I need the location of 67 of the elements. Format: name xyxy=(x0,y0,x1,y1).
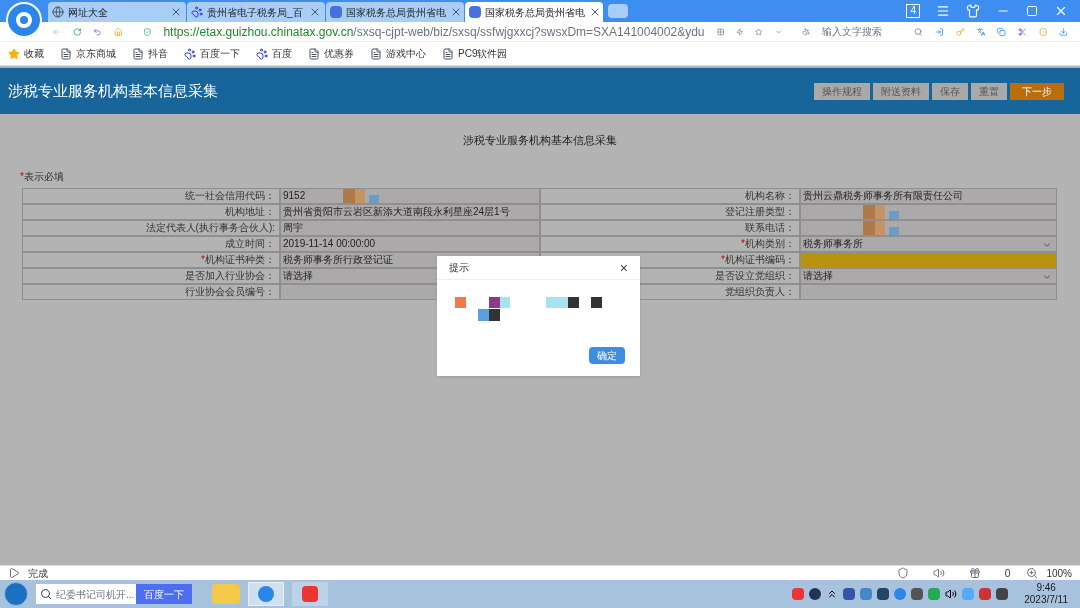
close-icon[interactable] xyxy=(309,6,321,18)
clock-time[interactable]: 9:46 xyxy=(1036,582,1056,594)
office-app-icon[interactable] xyxy=(292,582,328,606)
field-label: 统一社会信用代码： xyxy=(22,187,280,204)
paw-icon xyxy=(191,6,203,18)
lightning-icon[interactable] xyxy=(735,25,744,38)
tray-icons-drawing[interactable] xyxy=(792,588,1009,600)
clock-date[interactable]: 2023/7/11 xyxy=(1024,594,1068,606)
page-title: 涉税专业服务机构基本信息采集 xyxy=(8,80,218,101)
new-tab-button[interactable] xyxy=(608,4,628,18)
paw-icon xyxy=(802,25,810,38)
value-field[interactable]: 9152 xyxy=(280,187,540,204)
page-icon xyxy=(442,47,454,60)
paw-icon xyxy=(184,47,196,60)
shirt-icon[interactable] xyxy=(966,4,980,18)
tab-label: 网址大全 xyxy=(68,5,109,20)
start-button[interactable] xyxy=(4,582,28,606)
site-icon xyxy=(330,6,342,18)
bookmark-link[interactable]: 京东商城 xyxy=(76,46,116,61)
close-icon[interactable] xyxy=(450,6,462,18)
browser-tab[interactable]: 网址大全 xyxy=(48,2,186,22)
gift-icon[interactable] xyxy=(968,567,981,579)
browser-tab[interactable]: 国家税务总局贵州省电 xyxy=(465,2,603,22)
page-icon xyxy=(132,47,144,60)
ad-block-count[interactable]: 0 xyxy=(1004,565,1011,581)
address-field[interactable]: https://etax.guizhou.chinatax.gov.cn/sxsq-cjpt-web/biz/sxsq/ssfwjgxxcj?swsxDm=SXA141004002&ydu xyxy=(163,22,705,41)
shield-icon[interactable] xyxy=(896,567,909,579)
bookmark-link[interactable]: 游戏中心 xyxy=(386,46,426,61)
bookmark-link[interactable]: PC9软件园 xyxy=(458,46,508,61)
close-icon[interactable] xyxy=(170,6,182,18)
page-icon xyxy=(308,47,320,60)
browser-app-icon[interactable] xyxy=(248,582,284,606)
close-icon[interactable] xyxy=(589,6,601,18)
browser-tab[interactable]: 国家税务总局贵州省电 xyxy=(326,2,464,22)
value-field[interactable]: 贵州云鼎税务师事务所有限责任公司 xyxy=(800,187,1057,204)
star-icon xyxy=(8,47,20,60)
search-field[interactable]: 输入文字搜索 xyxy=(821,24,903,39)
zoom-level[interactable]: 100% xyxy=(1046,565,1072,581)
field-label: 机构名称： xyxy=(540,187,800,204)
page-icon xyxy=(60,47,72,60)
tab-label: 国家税务总局贵州省电 xyxy=(346,5,446,20)
header-button[interactable]: 下一步 xyxy=(1010,82,1064,100)
status-text: 完成 xyxy=(28,566,48,581)
browser-logo-icon[interactable] xyxy=(6,2,42,38)
menu-icon[interactable] xyxy=(936,4,950,18)
tab-label: 贵州省电子税务局_百 xyxy=(207,5,304,20)
bookmark-link[interactable]: 百度一下 xyxy=(200,46,240,61)
taskbar-search-button[interactable]: 百度一下 xyxy=(136,584,192,604)
bookmark-link[interactable]: 优惠券 xyxy=(324,46,354,61)
play-icon[interactable] xyxy=(8,567,20,579)
maximize-icon[interactable] xyxy=(1026,5,1038,17)
close-icon[interactable] xyxy=(1054,4,1068,18)
bookmark-link[interactable]: 百度 xyxy=(272,46,292,61)
site-icon xyxy=(469,6,481,18)
star-icon[interactable] xyxy=(755,25,763,38)
bookmark-link[interactable]: 收藏 xyxy=(24,46,44,61)
zoom-icon[interactable] xyxy=(1026,567,1039,579)
browser-tab[interactable]: 贵州省电子税务局_百 xyxy=(187,2,325,22)
page-icon xyxy=(370,47,382,60)
tab-label: 国家税务总局贵州省电 xyxy=(485,5,585,20)
bookmark-link[interactable]: 抖音 xyxy=(148,46,168,61)
sound-icon[interactable] xyxy=(932,567,945,579)
required-note: *表示必填 xyxy=(20,169,65,184)
globe-icon xyxy=(52,6,64,18)
search-icon xyxy=(40,588,52,600)
paw-icon xyxy=(256,47,268,60)
form-title: 涉税专业服务机构基本信息采集 xyxy=(462,133,618,148)
